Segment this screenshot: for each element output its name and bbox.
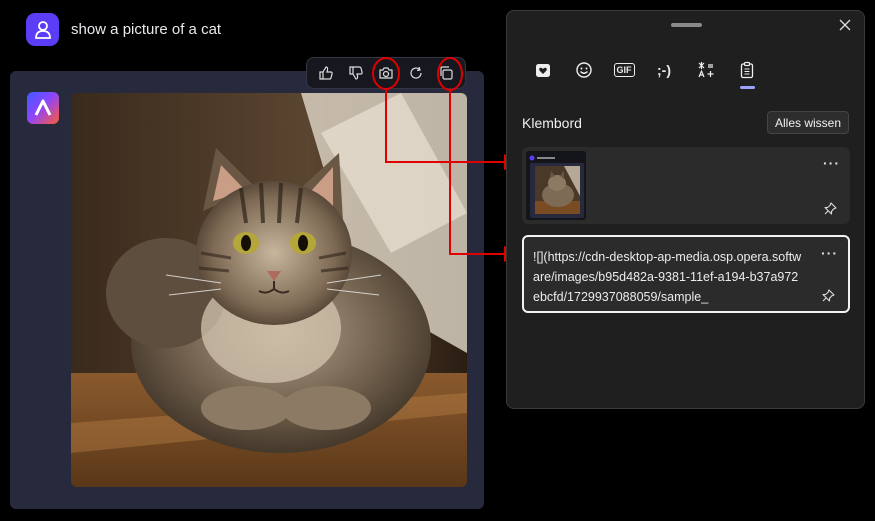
symbols-icon [698,62,714,78]
tab-clipboard[interactable] [734,57,760,83]
tab-favorites[interactable] [530,57,556,83]
tab-gif[interactable]: GIF [611,57,637,83]
panel-drag-handle[interactable] [671,23,702,27]
emoji-icon [576,62,592,78]
gif-icon: GIF [613,63,635,77]
clipboard-icon [740,61,754,79]
active-tab-indicator [740,86,755,89]
tab-symbols[interactable] [693,57,719,83]
favorites-icon [536,64,550,77]
tab-emoji[interactable] [571,57,597,83]
more-options-button[interactable]: ··· [823,155,840,171]
kaomoji-icon: ;-) [657,62,671,78]
pin-icon[interactable] [821,289,835,303]
clipboard-image-thumbnail [526,151,586,220]
close-button[interactable] [834,14,856,36]
clipboard-title: Klembord [522,115,582,131]
close-icon [839,19,851,31]
clipboard-text-content: ![](https://cdn-desktop-ap-media.osp.ope… [533,250,802,304]
clear-all-button[interactable]: Alles wissen [767,111,849,134]
more-options-button[interactable]: ··· [821,245,838,261]
tab-kaomoji[interactable]: ;-) [651,57,677,83]
pin-icon[interactable] [823,202,837,216]
